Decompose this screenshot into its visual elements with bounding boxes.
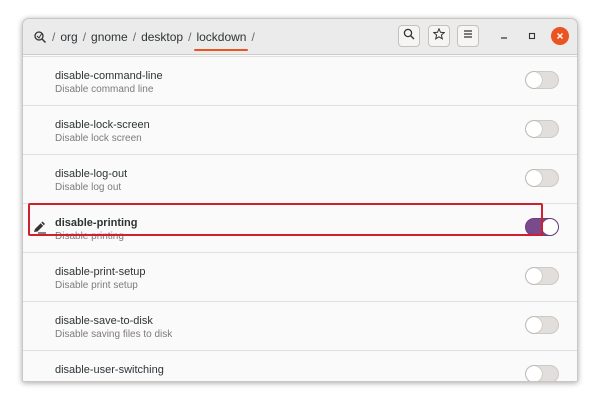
key-description: Disable print setup [55, 280, 138, 291]
toggle-switch[interactable] [525, 71, 559, 89]
key-name: disable-command-line [55, 70, 163, 82]
key-name: disable-log-out [55, 168, 128, 180]
dconf-editor-window: / org / gnome / desktop / lockdown / dis… [22, 18, 578, 382]
key-description: Disable lock screen [55, 133, 142, 144]
list-item[interactable]: disable-user-switching [23, 352, 577, 381]
list-item[interactable]: disable-lock-screen Disable lock screen [23, 107, 577, 155]
key-description: Disable command line [55, 84, 154, 95]
key-name: disable-print-setup [55, 266, 146, 278]
toggle-knob [526, 121, 542, 137]
list-item[interactable]: disable-log-out Disable log out [23, 156, 577, 204]
toggle-knob [526, 268, 542, 284]
key-name: disable-save-to-disk [55, 315, 153, 327]
toggle-switch[interactable] [525, 316, 559, 334]
toggle-switch[interactable] [525, 365, 559, 381]
key-name: disable-user-switching [55, 364, 164, 376]
toggle-switch[interactable] [525, 267, 559, 285]
list-item[interactable]: disable-print-setup Disable print setup [23, 254, 577, 302]
highlight-annotation-box [28, 203, 543, 236]
toggle-knob [526, 366, 542, 381]
toggle-switch[interactable] [525, 120, 559, 138]
toggle-knob [526, 170, 542, 186]
toggle-knob [542, 219, 558, 235]
toggle-switch[interactable] [525, 169, 559, 187]
list-item-partial [23, 19, 577, 57]
list-item[interactable]: disable-command-line Disable command lin… [23, 58, 577, 106]
key-name: disable-lock-screen [55, 119, 150, 131]
toggle-knob [526, 72, 542, 88]
list-item[interactable]: disable-save-to-disk Disable saving file… [23, 303, 577, 351]
key-description: Disable log out [55, 182, 122, 193]
key-description: Disable saving files to disk [55, 329, 173, 340]
toggle-knob [526, 317, 542, 333]
